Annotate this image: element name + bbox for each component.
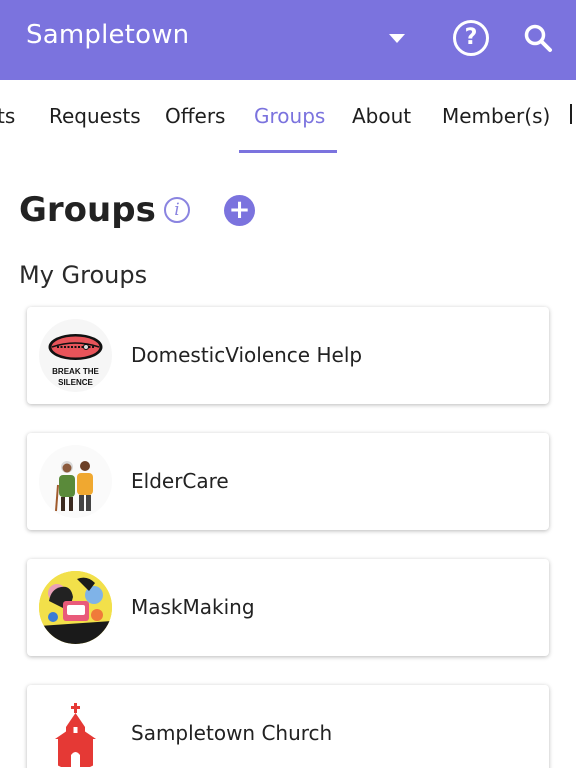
mask-making-illustration <box>39 571 112 644</box>
info-icon[interactable]: i <box>164 197 190 223</box>
group-card-domestic-violence[interactable]: BREAK THE SILENCE DomesticViolence Help <box>27 307 549 404</box>
group-name: DomesticViolence Help <box>131 343 363 367</box>
break-the-silence-logo: BREAK THE SILENCE <box>39 319 112 392</box>
group-card-sampletown-church[interactable]: Sampletown Church <box>27 685 549 768</box>
section-title-my-groups: My Groups <box>19 261 148 289</box>
tab-requests[interactable]: Requests <box>49 104 141 128</box>
tab-offers[interactable]: Offers <box>165 104 225 128</box>
group-name: ElderCare <box>131 469 229 493</box>
group-name: MaskMaking <box>131 595 255 619</box>
app-bar: Sampletown ? <box>0 0 576 80</box>
elderly-couple-illustration <box>39 445 112 518</box>
chevron-down-icon[interactable] <box>389 34 405 43</box>
logo-text-line-1: BREAK THE <box>52 367 99 376</box>
group-card-eldercare[interactable]: ElderCare <box>27 433 549 530</box>
group-name: Sampletown Church <box>131 721 333 745</box>
tab-groups[interactable]: Groups <box>254 104 325 128</box>
active-tab-indicator <box>239 150 337 153</box>
app-title[interactable]: Sampletown <box>26 20 189 50</box>
logo-text-line-2: SILENCE <box>58 378 93 387</box>
question-circle-icon[interactable]: ? <box>453 20 489 56</box>
page-title: Groups <box>19 190 156 230</box>
tab-bar: ts Requests Offers Groups About Member(s… <box>0 80 576 154</box>
add-group-button[interactable]: + <box>224 195 255 226</box>
group-card-maskmaking[interactable]: MaskMaking <box>27 559 549 656</box>
tab-partial-next[interactable] <box>570 104 576 124</box>
tab-events[interactable]: ts <box>0 104 15 128</box>
church-icon <box>39 697 112 768</box>
search-icon[interactable] <box>522 22 554 54</box>
tab-about[interactable]: About <box>352 104 411 128</box>
tab-members[interactable]: Member(s) <box>442 104 550 128</box>
